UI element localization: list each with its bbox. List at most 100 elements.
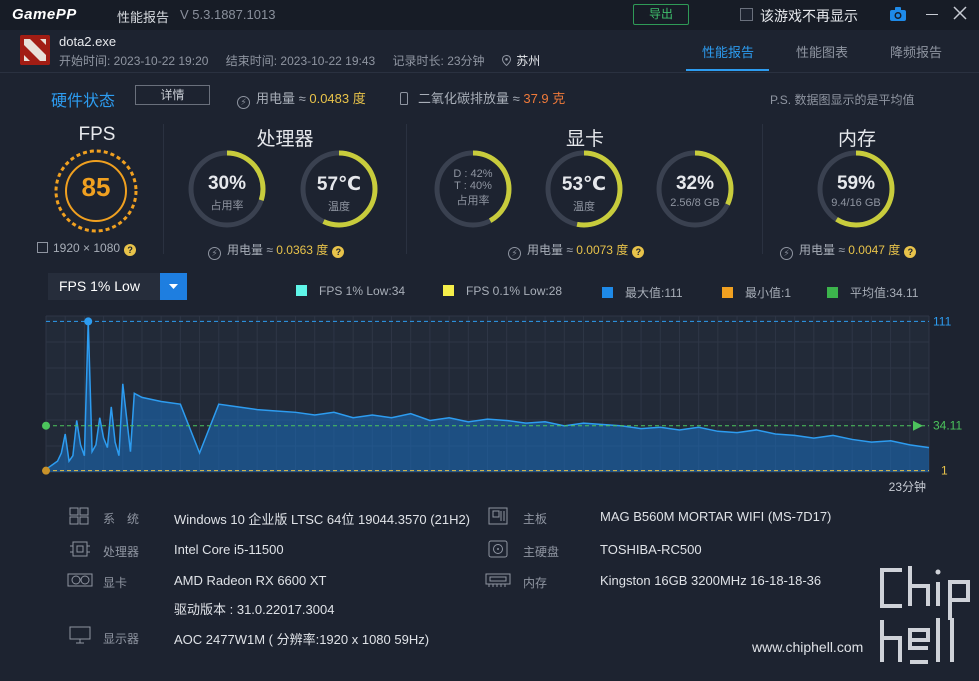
cpu-usage-label: 占用率 <box>210 200 244 212</box>
tab-performance-chart[interactable]: 性能图表 <box>796 42 848 61</box>
end-time: 结束时间: 2023-10-22 19:43 <box>225 54 376 68</box>
memory-icon <box>485 573 511 587</box>
cpu-usage-value: 30% <box>207 173 247 194</box>
camera-icon[interactable] <box>889 6 907 22</box>
active-tab-indicator <box>686 69 769 71</box>
co2-emission: 二氧化碳排放量 ≈ 37.9 克 <box>400 88 565 107</box>
motherboard-icon <box>488 507 508 525</box>
monitor-icon <box>69 626 91 644</box>
legend-1pct-low: FPS 1% Low:34 <box>296 284 405 298</box>
session-meta: 开始时间: 2023-10-22 19:20 结束时间: 2023-10-22 … <box>59 52 554 69</box>
close-icon[interactable] <box>953 6 967 20</box>
gpu-vram-sub: 2.56/8 GB <box>670 197 720 209</box>
help-icon[interactable]: ? <box>904 246 917 258</box>
gpu-vram-center: 32% 2.56/8 GB <box>660 173 730 209</box>
legend-swatch <box>827 287 838 298</box>
cpu-power: ⚡ 用电量 ≈ 0.0363 度? <box>208 241 345 260</box>
export-button[interactable]: 导出 <box>633 4 689 25</box>
window-title: 性能报告 <box>117 10 170 25</box>
minimize-icon[interactable] <box>926 14 938 15</box>
cpu-usage-center: 30% 占用率 <box>192 173 262 213</box>
gpu-temp-label: 温度 <box>573 201 595 213</box>
min-label: 1 <box>941 464 948 478</box>
gpu-temp-center: 53℃ 温度 <box>549 173 619 214</box>
max-label: 111 <box>933 314 952 328</box>
mem-power: ⚡ 用电量 ≈ 0.0047 度? <box>780 241 917 260</box>
hw-label-cpu: 处理器 <box>103 545 140 559</box>
mem-usage-value: 59% <box>836 173 876 194</box>
total-power-value: 0.0483 度 <box>309 91 366 106</box>
legend-swatch <box>602 287 613 298</box>
mem-usage-center: 59% 9.4/16 GB <box>821 173 891 209</box>
legend-swatch <box>443 285 454 296</box>
gpu-usage-label: 占用率 <box>456 195 490 207</box>
chiphell-watermark-logo <box>880 566 970 664</box>
gpu-usage-t: T : 40% <box>454 180 492 192</box>
gpu-power-value: 0.0073 度 <box>576 243 629 257</box>
hw-value-disk: TOSHIBA-RC500 <box>600 542 702 557</box>
gpu-vram-value: 32% <box>675 173 715 194</box>
legend-01pct-low: FPS 0.1% Low:28 <box>443 284 562 298</box>
hw-label-gpu: 显卡 <box>103 576 128 590</box>
ps-note: P.S. 数据图显示的是平均值 <box>770 93 915 107</box>
help-icon[interactable]: ? <box>632 246 645 258</box>
fps-chart: 111 34.11 1 23分钟 <box>42 314 962 494</box>
hw-label-display: 显示器 <box>103 632 140 646</box>
hw-value-cpu: Intel Core i5-11500 <box>174 542 284 557</box>
legend-min: 最小值:1 <box>722 284 791 301</box>
fps-value: 85 <box>81 172 111 202</box>
detail-button[interactable]: 详情 <box>135 85 210 105</box>
hw-label-os: 系 统 <box>103 512 140 526</box>
gpu-usage-d: D : 42% <box>453 168 493 180</box>
tab-performance-report[interactable]: 性能报告 <box>702 42 754 61</box>
avg-marker <box>42 421 50 430</box>
chevron-down-icon[interactable] <box>160 273 187 300</box>
legend-avg: 平均值:34.11 <box>827 284 918 301</box>
windows-icon <box>69 507 89 525</box>
power-icon: ⚡ <box>208 247 221 260</box>
hw-value-os: Windows 10 企业版 LTSC 64位 19044.3570 (21H2… <box>174 512 471 527</box>
hw-label-disk: 主硬盘 <box>523 545 560 559</box>
x-end-label: 23分钟 <box>889 479 926 494</box>
header-divider <box>0 72 979 73</box>
cpu-temp-value: 57℃ <box>316 174 362 195</box>
monitor-icon <box>37 242 48 253</box>
tab-throttle-report[interactable]: 降频报告 <box>890 42 942 61</box>
mem-power-value: 0.0047 度 <box>848 243 901 257</box>
hw-label-board: 主板 <box>523 512 548 526</box>
app-logo: GamePP <box>12 6 77 23</box>
start-time: 开始时间: 2023-10-22 19:20 <box>59 54 209 68</box>
gpu-icon <box>67 573 93 587</box>
power-icon: ⚡ <box>508 247 521 260</box>
min-marker <box>42 466 50 475</box>
disk-icon <box>488 540 508 558</box>
avg-label: 34.11 <box>933 419 962 433</box>
location-pin-icon <box>501 55 511 66</box>
duration: 记录时长: 23分钟 <box>392 54 485 68</box>
legend-max: 最大值:111 <box>602 284 683 301</box>
version-label: V 5.3.1887.1013 <box>180 7 276 22</box>
co2-value: 37.9 克 <box>523 91 566 106</box>
power-icon: ⚡ <box>237 96 250 109</box>
gpu-usage-center: D : 42% T : 40% 占用率 <box>438 168 508 208</box>
gpu-temp-value: 53℃ <box>561 174 607 195</box>
hw-value-driver: 驱动版本 : 31.0.22017.3004 <box>174 602 335 617</box>
fps-metric-select[interactable]: FPS 1% Low <box>48 273 160 300</box>
hide-game-label[interactable]: 该游戏不再显示 <box>760 6 858 26</box>
hw-value-gpu: AMD Radeon RX 6600 XT <box>174 573 327 588</box>
gpu-power: ⚡ 用电量 ≈ 0.0073 度? <box>508 241 645 260</box>
hw-value-mem: Kingston 16GB 3200MHz 16-18-18-36 <box>600 573 822 588</box>
hardware-status-title: 硬件状态 <box>51 93 116 110</box>
hide-game-checkbox[interactable] <box>740 8 753 21</box>
legend-swatch <box>296 285 307 296</box>
help-icon[interactable]: ? <box>332 246 345 258</box>
fps-resolution: 1920 × 1080? <box>37 241 137 256</box>
city: 苏州 <box>516 54 541 68</box>
total-power: ⚡ 用电量 ≈ 0.0483 度 <box>237 88 366 109</box>
cpu-temp-label: 温度 <box>328 201 350 213</box>
max-point <box>84 317 93 326</box>
hw-value-display: AOC 2477W1M ( 分辨率:1920 x 1080 59Hz) <box>174 632 430 647</box>
help-icon[interactable]: ? <box>124 244 137 256</box>
watermark-url: www.chiphell.com <box>752 639 864 655</box>
power-icon: ⚡ <box>780 247 793 260</box>
